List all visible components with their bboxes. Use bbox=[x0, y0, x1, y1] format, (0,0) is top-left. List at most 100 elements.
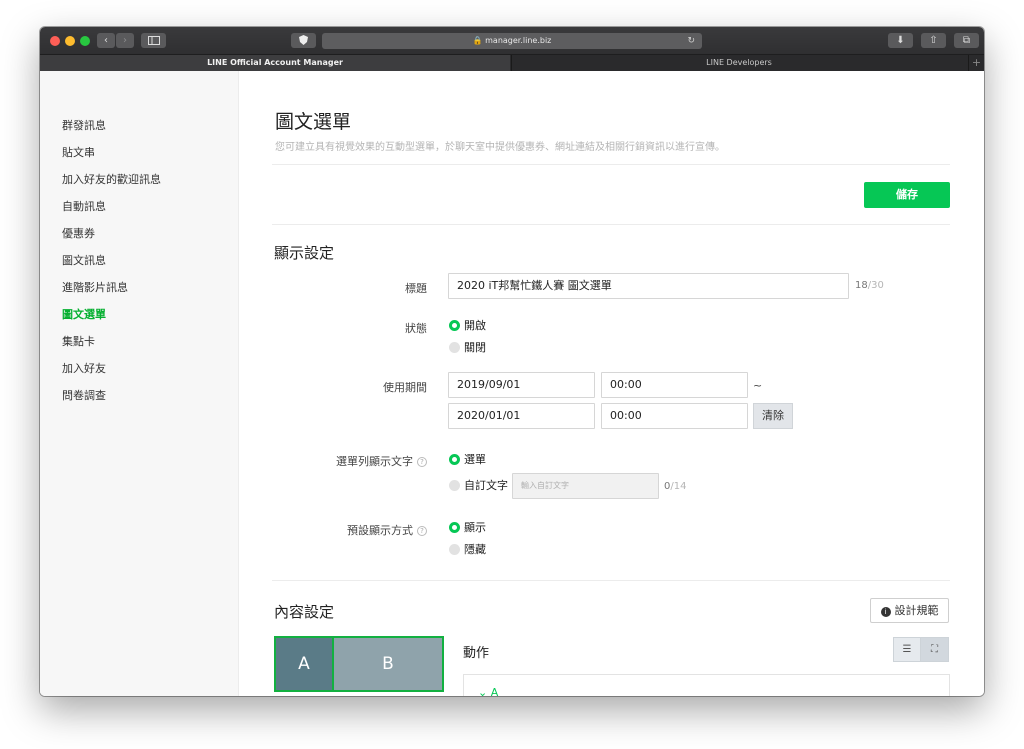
sidebar-item-auto-response[interactable]: 自動訊息 bbox=[62, 198, 106, 214]
action-title: 動作 bbox=[463, 646, 490, 661]
help-icon[interactable]: ? bbox=[417, 457, 427, 467]
radio-unselected-icon bbox=[449, 544, 460, 555]
status-label: 狀態 bbox=[405, 322, 427, 335]
page-content: 群發訊息 貼文串 加入好友的歡迎訊息 自動訊息 優惠券 圖文訊息 進階影片訊息 … bbox=[40, 71, 984, 696]
radio-unselected-icon bbox=[449, 342, 460, 353]
save-button[interactable]: 儲存 bbox=[864, 182, 950, 208]
tab-overview-button[interactable]: ⧉ bbox=[954, 33, 979, 48]
page-title: 圖文選單 bbox=[275, 111, 352, 133]
sidebar-nav: 群發訊息 貼文串 加入好友的歡迎訊息 自動訊息 優惠券 圖文訊息 進階影片訊息 … bbox=[40, 71, 239, 696]
sidebar-item-add-friends[interactable]: 加入好友 bbox=[62, 360, 106, 376]
tabs-icon: ⧉ bbox=[962, 35, 971, 46]
status-radio-on[interactable]: 開啟 bbox=[449, 320, 486, 332]
menu-bar-radio-default-label: 選單 bbox=[464, 453, 486, 466]
list-view-button[interactable]: ☰ bbox=[894, 638, 921, 661]
radio-selected-icon bbox=[449, 454, 460, 465]
sidebar-item-timeline[interactable]: 貼文串 bbox=[62, 144, 95, 160]
design-guide-button[interactable]: i 設計規範 bbox=[870, 598, 949, 623]
title-input[interactable]: 2020 iT邦幫忙鐵人賽 圖文選單 bbox=[448, 273, 849, 299]
share-button[interactable]: ⇧ bbox=[921, 33, 946, 48]
view-toggle: ☰ ⛶ bbox=[893, 637, 949, 662]
start-time-input[interactable]: 00:00 bbox=[601, 372, 748, 398]
status-radio-on-label: 開啟 bbox=[464, 319, 486, 332]
custom-text-max: /14 bbox=[670, 481, 687, 492]
action-panel: ⌄ A bbox=[463, 674, 950, 696]
url-text: manager.line.biz bbox=[485, 36, 552, 45]
title-char-max: /30 bbox=[867, 280, 884, 291]
download-icon: ⬇ bbox=[896, 35, 905, 46]
radio-selected-icon bbox=[449, 320, 460, 331]
expand-icon: ⛶ bbox=[931, 644, 938, 655]
status-radio-off-label: 關閉 bbox=[464, 341, 486, 354]
area-b[interactable]: B bbox=[334, 638, 442, 690]
chevron-down-icon: ⌄ bbox=[478, 686, 491, 696]
reload-icon[interactable]: ↻ bbox=[687, 33, 695, 49]
display-settings-title: 顯示設定 bbox=[274, 244, 335, 262]
forward-button[interactable]: › bbox=[116, 33, 134, 48]
sidebar-item-rich-message[interactable]: 圖文訊息 bbox=[62, 252, 106, 268]
sidebar-item-survey[interactable]: 問卷調查 bbox=[62, 387, 106, 403]
menu-bar-radio-custom-label: 自訂文字 bbox=[464, 479, 508, 492]
downloads-button[interactable]: ⬇ bbox=[888, 33, 913, 48]
sidebar-item-broadcast[interactable]: 群發訊息 bbox=[62, 117, 106, 133]
clear-period-button[interactable]: 清除 bbox=[753, 403, 793, 429]
rich-menu-layout-preview[interactable]: A B bbox=[274, 636, 444, 692]
default-display-label-text: 預設顯示方式 bbox=[347, 524, 413, 537]
zoom-window-button[interactable] bbox=[80, 36, 90, 46]
default-display-label: 預設顯示方式? bbox=[299, 522, 427, 538]
design-guide-label: 設計規範 bbox=[894, 604, 939, 617]
divider bbox=[272, 580, 950, 581]
sidebar-item-rich-video[interactable]: 進階影片訊息 bbox=[62, 279, 128, 295]
default-display-radio-show-label: 顯示 bbox=[464, 521, 486, 534]
default-display-radio-hide-label: 隱藏 bbox=[464, 543, 486, 556]
title-label: 標題 bbox=[405, 282, 427, 295]
shield-icon bbox=[299, 35, 308, 45]
sidebar-item-rich-menu[interactable]: 圖文選單 bbox=[62, 306, 106, 322]
divider bbox=[272, 164, 950, 165]
page-description: 您可建立具有視覺效果的互動型選單，於聊天室中提供優惠券、網址連結及相關行銷資訊以… bbox=[275, 142, 725, 153]
default-display-radio-hide[interactable]: 隱藏 bbox=[449, 544, 486, 556]
radio-selected-icon bbox=[449, 522, 460, 533]
main-panel: 圖文選單 您可建立具有視覺效果的互動型選單，於聊天室中提供優惠券、網址連結及相關… bbox=[239, 71, 984, 696]
info-icon: i bbox=[880, 607, 891, 617]
menu-bar-text-label: 選單列顯示文字? bbox=[299, 453, 427, 469]
title-char-counter: 18/30 bbox=[855, 280, 884, 291]
sidebar-toggle-button[interactable] bbox=[141, 33, 166, 48]
default-display-radio-show[interactable]: 顯示 bbox=[449, 522, 486, 534]
custom-text-input[interactable]: 輸入自訂文字 bbox=[512, 473, 659, 499]
browser-tabbar: LINE Official Account Manager LINE Devel… bbox=[40, 54, 984, 71]
action-item-a-label: A bbox=[490, 686, 499, 696]
end-date-input[interactable]: 2020/01/01 bbox=[448, 403, 595, 429]
address-bar[interactable]: 🔒 manager.line.biz ↻ bbox=[322, 33, 702, 49]
help-icon[interactable]: ? bbox=[417, 526, 427, 536]
browser-titlebar: ‹ › 🔒 manager.line.biz ↻ ⬇ ⇧ ⧉ bbox=[40, 27, 984, 54]
new-tab-button[interactable]: + bbox=[968, 55, 984, 71]
sidebar-icon bbox=[147, 36, 160, 45]
tab-line-official-account-manager[interactable]: LINE Official Account Manager bbox=[40, 55, 510, 71]
chevron-right-icon: › bbox=[123, 35, 127, 46]
sidebar-item-greeting-message[interactable]: 加入好友的歡迎訊息 bbox=[62, 171, 161, 187]
sidebar-item-reward-card[interactable]: 集點卡 bbox=[62, 333, 95, 349]
custom-text-counter: 0/14 bbox=[664, 481, 686, 492]
divider bbox=[272, 224, 950, 225]
end-time-input[interactable]: 00:00 bbox=[601, 403, 748, 429]
area-a[interactable]: A bbox=[276, 638, 334, 690]
sidebar-item-coupons[interactable]: 優惠券 bbox=[62, 225, 95, 241]
menu-bar-radio-custom[interactable]: 自訂文字 bbox=[449, 480, 508, 492]
expand-view-button[interactable]: ⛶ bbox=[921, 638, 948, 661]
back-button[interactable]: ‹ bbox=[97, 33, 115, 48]
start-date-input[interactable]: 2019/09/01 bbox=[448, 372, 595, 398]
tab-line-developers[interactable]: LINE Developers bbox=[511, 55, 966, 71]
minimize-window-button[interactable] bbox=[65, 36, 75, 46]
share-icon: ⇧ bbox=[929, 35, 938, 46]
action-item-a[interactable]: ⌄ A bbox=[478, 686, 498, 696]
status-radio-off[interactable]: 關閉 bbox=[449, 342, 486, 354]
close-window-button[interactable] bbox=[50, 36, 60, 46]
menu-bar-radio-default[interactable]: 選單 bbox=[449, 454, 486, 466]
content-settings-title: 內容設定 bbox=[274, 603, 335, 621]
privacy-report-button[interactable] bbox=[291, 33, 316, 48]
menu-bar-text-label-text: 選單列顯示文字 bbox=[336, 455, 413, 468]
lock-icon: 🔒 bbox=[472, 36, 483, 45]
list-icon: ☰ bbox=[902, 644, 912, 655]
title-char-count: 18 bbox=[855, 280, 868, 291]
